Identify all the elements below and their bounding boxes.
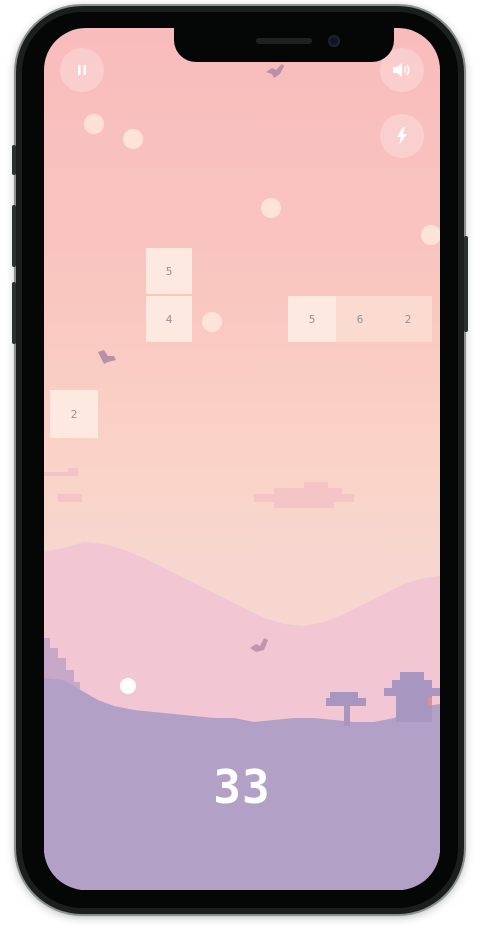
- pause-button[interactable]: [60, 48, 104, 92]
- cloud: [254, 482, 354, 508]
- power-up-button[interactable]: [380, 114, 424, 158]
- cloud: [58, 494, 82, 502]
- cloud: [44, 468, 78, 476]
- phone-volume-down-button: [12, 282, 16, 344]
- earpiece-speaker: [256, 38, 312, 44]
- lightning-bolt-icon: [397, 127, 407, 145]
- number-block: 5: [288, 296, 336, 342]
- score-display: 33: [213, 760, 271, 814]
- ball: [421, 225, 440, 245]
- speaker-volume-icon: [393, 63, 410, 77]
- ball: [202, 312, 222, 332]
- number-block: 2: [384, 296, 432, 342]
- ball: [84, 114, 104, 134]
- front-camera: [328, 35, 340, 47]
- pause-icon: [78, 65, 86, 75]
- bird: [266, 64, 284, 78]
- ball: [123, 129, 143, 149]
- ball: [261, 198, 281, 218]
- phone-power-button: [464, 236, 468, 332]
- bird: [250, 638, 268, 652]
- pagoda-lantern: [428, 698, 432, 706]
- phone-silent-switch: [12, 145, 16, 175]
- ball: [120, 678, 136, 694]
- notch: [174, 28, 394, 62]
- number-block: 2: [50, 390, 98, 438]
- bird: [98, 350, 116, 364]
- number-block: 4: [146, 296, 192, 342]
- phone-volume-up-button: [12, 205, 16, 267]
- number-block: 6: [336, 296, 384, 342]
- game-screen[interactable]: 5 4 5 6 2 2 33: [44, 28, 440, 890]
- number-block: 5: [146, 248, 192, 294]
